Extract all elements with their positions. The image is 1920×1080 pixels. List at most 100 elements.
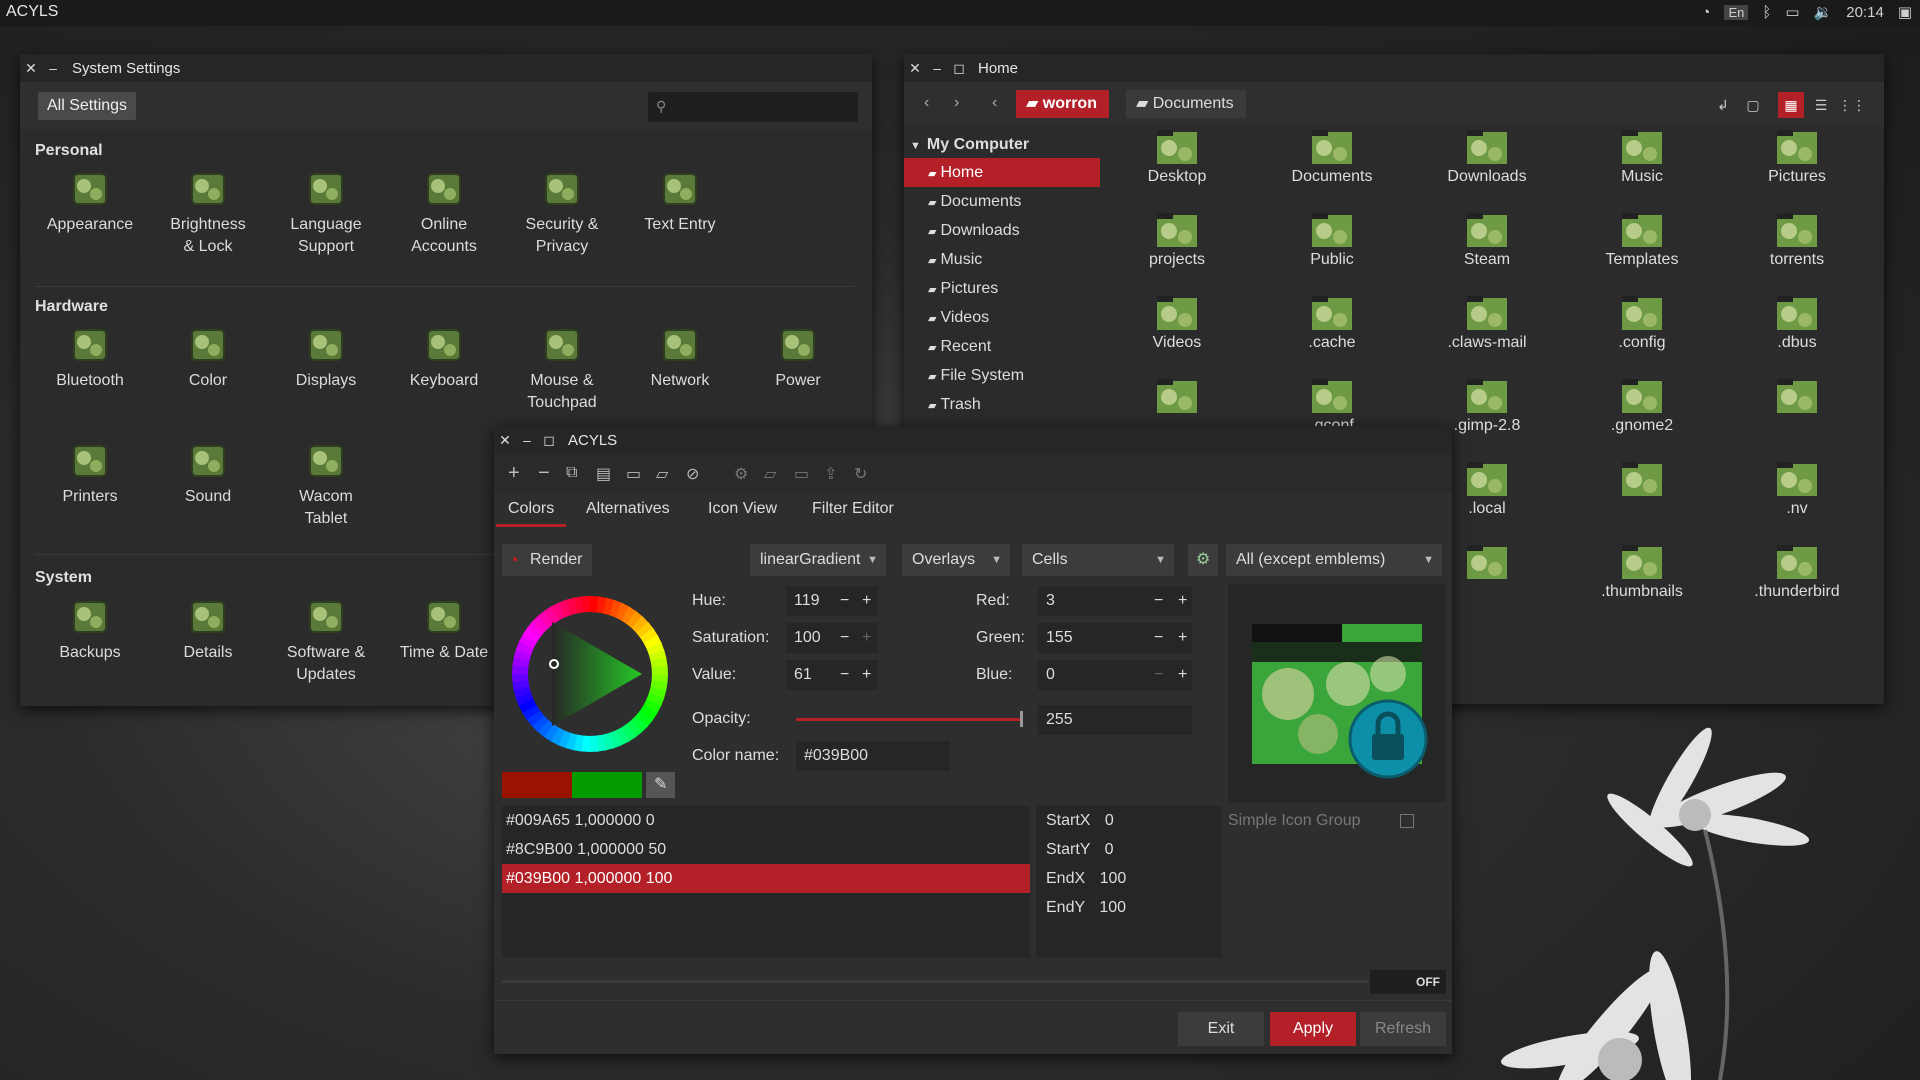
tab-colors[interactable]: Colors bbox=[496, 500, 567, 527]
sidebar-header[interactable]: ▼ My Computer bbox=[904, 126, 1104, 154]
toggle-switch[interactable]: OFF bbox=[1370, 970, 1446, 994]
refresh-button[interactable]: Refresh bbox=[1360, 1012, 1446, 1046]
sidebar-item-recent[interactable]: ▰ Recent bbox=[904, 332, 1104, 361]
settings-item-wacom[interactable]: Wacom Tablet bbox=[271, 438, 381, 530]
gradient-stop-row[interactable]: #039B00 1,000000 100 bbox=[502, 864, 1030, 893]
battery-icon[interactable]: ▭ bbox=[1785, 3, 1799, 21]
blue-spin[interactable]: 0− + bbox=[1038, 660, 1192, 690]
minus-icon[interactable]: − bbox=[840, 623, 849, 653]
sidebar-item-videos[interactable]: ▰ Videos bbox=[904, 303, 1104, 332]
file-item[interactable]: Videos bbox=[1112, 292, 1242, 352]
hue-spin[interactable]: 119− + bbox=[786, 586, 878, 616]
breadcrumb-worron[interactable]: ▰ worron bbox=[1016, 90, 1109, 118]
minus-icon[interactable]: − bbox=[1154, 660, 1163, 690]
simple-icon-group-checkbox[interactable] bbox=[1400, 814, 1414, 828]
settings-item-mouse[interactable]: Mouse & Touchpad bbox=[507, 322, 617, 414]
horizontal-scrollbar[interactable] bbox=[502, 980, 1368, 983]
plus-icon[interactable]: + bbox=[1178, 586, 1187, 616]
close-icon[interactable]: ✕ bbox=[494, 432, 516, 449]
copy-icon[interactable]: ⧉ bbox=[566, 464, 577, 482]
settings-search-input[interactable]: ⚲ bbox=[648, 92, 858, 122]
gradient-stop-row[interactable]: #8C9B00 1,000000 50 bbox=[502, 835, 1030, 864]
file-item[interactable]: Pictures bbox=[1732, 126, 1862, 186]
settings-item-appearance[interactable]: Appearance bbox=[35, 166, 145, 236]
sidebar-item-home[interactable]: ▰ Home bbox=[904, 158, 1100, 187]
file-item[interactable]: Music bbox=[1577, 126, 1707, 186]
forward-icon[interactable]: › bbox=[954, 94, 959, 112]
settings-item-text-entry[interactable]: Text Entry bbox=[625, 166, 735, 236]
tab-icon-view[interactable]: Icon View bbox=[708, 500, 777, 518]
color-wheel[interactable] bbox=[502, 586, 678, 762]
value-spin[interactable]: 61− + bbox=[786, 660, 878, 690]
minus-icon[interactable]: − bbox=[1154, 623, 1163, 653]
power-icon[interactable]: ▣ bbox=[1898, 3, 1912, 21]
settings-item-online[interactable]: Online Accounts bbox=[389, 166, 499, 258]
file-item[interactable]: .gnome2 bbox=[1577, 375, 1707, 435]
bluetooth-icon[interactable]: ᛒ bbox=[1762, 4, 1771, 21]
keyboard-layout[interactable]: En bbox=[1724, 4, 1749, 20]
sidebar-item-pictures[interactable]: ▰ Pictures bbox=[904, 274, 1104, 303]
all-settings-button[interactable]: All Settings bbox=[38, 92, 137, 120]
minimize-icon[interactable]: – bbox=[42, 60, 64, 76]
maximize-icon[interactable]: ◻ bbox=[538, 432, 560, 449]
file-item[interactable] bbox=[1112, 375, 1242, 417]
sidebar-item-downloads[interactable]: ▰ Downloads bbox=[904, 216, 1104, 245]
sidebar-item-file-system[interactable]: ▰ File System bbox=[904, 361, 1104, 390]
close-icon[interactable]: ✕ bbox=[20, 60, 42, 77]
settings-item-displays[interactable]: Displays bbox=[271, 322, 381, 392]
opacity-slider-handle[interactable] bbox=[1020, 711, 1023, 727]
back-icon[interactable]: ‹ bbox=[924, 94, 929, 112]
file-item[interactable]: Public bbox=[1267, 209, 1397, 269]
opacity-slider[interactable] bbox=[796, 718, 1022, 721]
files-titlebar[interactable]: ✕ – ◻ Home bbox=[904, 54, 1884, 82]
terminal-icon[interactable]: ▢ bbox=[1740, 92, 1766, 118]
settings-item-details[interactable]: Details bbox=[153, 594, 263, 664]
settings-item-color[interactable]: Color bbox=[153, 322, 263, 392]
opacity-field[interactable]: 255 bbox=[1038, 705, 1192, 735]
minimize-icon[interactable]: – bbox=[926, 60, 948, 76]
saturation-spin[interactable]: 100− + bbox=[786, 623, 878, 653]
compact-view-icon[interactable]: ⋮⋮ bbox=[1838, 92, 1866, 118]
minus-icon[interactable]: − bbox=[840, 660, 849, 690]
file-item[interactable]: Downloads bbox=[1422, 126, 1552, 186]
settings-item-software[interactable]: Software & Updates bbox=[271, 594, 381, 686]
list-view-icon[interactable]: ☰ bbox=[1808, 92, 1834, 118]
file-item[interactable]: Desktop bbox=[1112, 126, 1242, 186]
save-filter-icon[interactable]: ▭ bbox=[794, 464, 809, 484]
render-button[interactable]: ● Render bbox=[502, 544, 593, 576]
acyls-titlebar[interactable]: ✕ – ◻ ACYLS bbox=[494, 426, 1452, 454]
close-icon[interactable]: ✕ bbox=[904, 60, 926, 77]
settings-gear-button[interactable]: ⚙ bbox=[1188, 544, 1219, 576]
breadcrumb-documents[interactable]: ▰ Documents bbox=[1126, 90, 1246, 118]
open-icon[interactable]: ▱ bbox=[656, 464, 668, 484]
save-icon[interactable]: ▭ bbox=[626, 464, 641, 484]
file-item[interactable]: .thumbnails bbox=[1577, 541, 1707, 601]
plus-icon[interactable]: + bbox=[1178, 660, 1187, 690]
path-left-icon[interactable]: ‹ bbox=[992, 94, 997, 112]
add-icon[interactable]: + bbox=[508, 462, 520, 485]
maximize-icon[interactable]: ◻ bbox=[948, 60, 970, 77]
file-item[interactable]: .cache bbox=[1267, 292, 1397, 352]
minus-icon[interactable]: − bbox=[840, 586, 849, 616]
file-item[interactable]: Templates bbox=[1577, 209, 1707, 269]
paste-icon[interactable]: ▤ bbox=[596, 464, 611, 484]
overlays-select[interactable]: Overlays ▼ bbox=[902, 544, 1010, 576]
tab-filter-editor[interactable]: Filter Editor bbox=[812, 500, 894, 518]
plus-icon[interactable]: + bbox=[862, 623, 871, 653]
settings-item-printers[interactable]: Printers bbox=[35, 438, 145, 508]
file-item[interactable]: projects bbox=[1112, 209, 1242, 269]
tab-alternatives[interactable]: Alternatives bbox=[586, 500, 670, 518]
settings-item-backups[interactable]: Backups bbox=[35, 594, 145, 664]
remove-icon[interactable]: − bbox=[538, 462, 550, 485]
green-spin[interactable]: 155− + bbox=[1038, 623, 1192, 653]
toggle-path-icon[interactable]: ↲ bbox=[1710, 92, 1736, 118]
file-item[interactable]: torrents bbox=[1732, 209, 1862, 269]
settings-item-power[interactable]: Power bbox=[743, 322, 853, 392]
wifi-icon[interactable]: ◔ bbox=[1701, 4, 1710, 21]
settings-item-keyboard[interactable]: Keyboard bbox=[389, 322, 499, 392]
settings-item-language[interactable]: Language Support bbox=[271, 166, 381, 258]
cells-select[interactable]: Cells ▼ bbox=[1022, 544, 1174, 576]
file-item[interactable]: .config bbox=[1577, 292, 1707, 352]
settings-titlebar[interactable]: ✕ – System Settings bbox=[20, 54, 872, 82]
minus-icon[interactable]: − bbox=[1154, 586, 1163, 616]
